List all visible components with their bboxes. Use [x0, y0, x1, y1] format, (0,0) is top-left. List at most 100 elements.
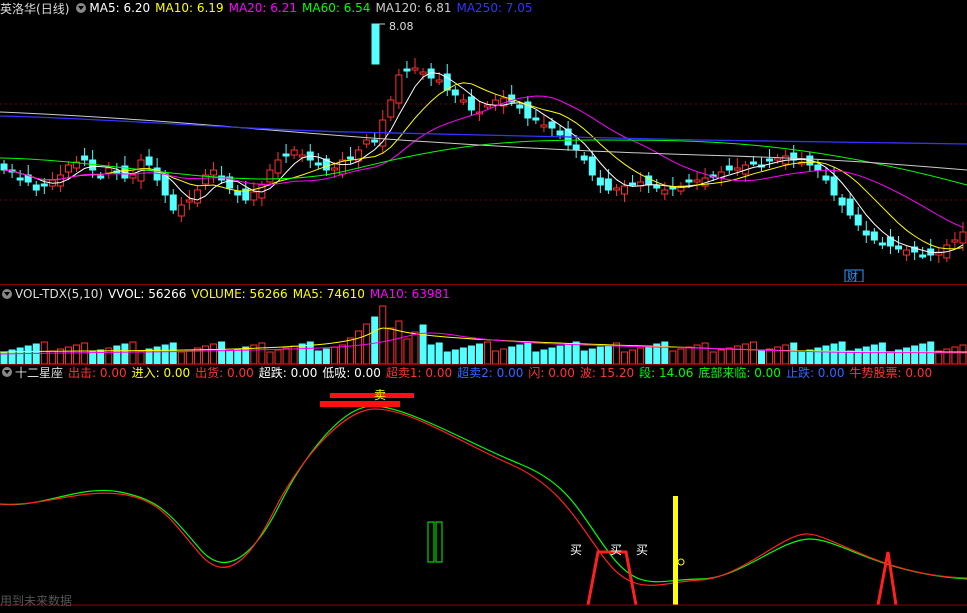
volume-bar: [532, 351, 540, 364]
volume-bar: [177, 351, 185, 364]
candle: [854, 214, 862, 226]
candle: [403, 68, 411, 72]
dropdown-icon[interactable]: [76, 3, 87, 13]
vol-label-1: VVOL: 56266: [108, 287, 187, 301]
candle: [459, 99, 467, 103]
volume-bar: [234, 348, 242, 364]
vol-label-4: MA10: 63981: [369, 287, 450, 301]
candle: [725, 165, 733, 171]
ma120-line: [0, 111, 967, 171]
candle: [290, 149, 298, 156]
candle: [492, 99, 500, 106]
candle: [693, 179, 701, 183]
volume-bar: [782, 344, 790, 364]
volume-bar: [492, 350, 500, 364]
volume-bar: [556, 345, 564, 364]
ind-label-10: 段: 14.06: [639, 365, 694, 380]
candle: [846, 198, 854, 216]
volume-bar: [516, 344, 524, 364]
candle: [532, 117, 540, 121]
candle: [330, 167, 338, 171]
ind-label-9: 波: 15.20: [579, 365, 635, 380]
candle-high: [371, 23, 380, 65]
volume-bar: [798, 351, 806, 364]
separator: [0, 284, 967, 285]
volume-bar: [484, 341, 492, 364]
volume-bar: [355, 330, 363, 364]
candle: [169, 194, 177, 211]
volume-bar: [886, 351, 894, 364]
volume-bar: [427, 344, 435, 364]
buy-signal: [876, 551, 898, 606]
volume-bar: [862, 346, 870, 364]
volume-bar: [467, 345, 475, 364]
volume-bar: [870, 344, 878, 364]
volume-bar: [347, 337, 355, 364]
volume-bar: [459, 347, 467, 364]
volume-bar: [185, 349, 193, 364]
volume-bar: [395, 320, 403, 364]
candle: [596, 177, 604, 186]
volume-bar: [64, 346, 72, 364]
ind-label-2: 进入: 0.00: [131, 365, 191, 380]
volume-bar: [435, 342, 443, 364]
candle: [540, 124, 548, 128]
volume-bar: [242, 346, 250, 364]
volume-bar: [524, 342, 532, 364]
candle: [411, 67, 419, 71]
volume-bar: [725, 347, 733, 364]
volume-bar: [475, 343, 483, 364]
volume-bar: [621, 351, 629, 364]
volume-bar: [580, 350, 588, 364]
volume-bar: [193, 347, 201, 364]
volume-header: VOL-TDX(5,10) VVOL: 56266 VOLUME: 56266 MA5…: [0, 286, 460, 302]
volume-bar: [129, 341, 137, 364]
event-badge: 财: [847, 269, 858, 282]
vol-labels: VOL-TDX(5,10) VVOL: 56266 VOLUME: 56266 MA5…: [15, 287, 455, 301]
volume-bar: [790, 342, 798, 364]
vol-label-0: VOL-TDX(5,10): [15, 287, 104, 301]
volume-bar: [153, 346, 161, 364]
candle: [0, 163, 8, 171]
dropdown-icon[interactable]: [2, 289, 12, 299]
volume-bar: [637, 347, 645, 364]
volume-bar: [419, 324, 427, 364]
volume-bar: [604, 344, 612, 364]
volume-bar: [822, 345, 830, 364]
candle: [838, 197, 846, 206]
candle: [387, 99, 395, 118]
volume-bar: [508, 346, 516, 364]
volume-bar: [943, 348, 951, 364]
candle: [16, 177, 24, 181]
ind-label-3: 出货: 0.00: [195, 365, 254, 380]
volume-bar: [959, 344, 967, 364]
volume-bar: [113, 345, 121, 364]
price-header: 英洛华 (日线) MA5: 6.20 MA10: 6.19 MA20: 6.21 MA…: [0, 0, 543, 16]
volume-bar: [878, 342, 886, 364]
dropdown-icon[interactable]: [2, 367, 12, 377]
candle: [97, 175, 105, 179]
volume-bar: [774, 346, 782, 364]
buy-label: 买: [570, 543, 582, 557]
volume-bar: [443, 351, 451, 364]
sell-label: 卖: [374, 388, 386, 402]
volume-bar: [830, 343, 838, 364]
volume-bar: [758, 350, 766, 364]
segment-line: [0, 405, 967, 583]
candle: [81, 155, 89, 161]
ind-label-11: 底部来临: 0.00: [698, 365, 781, 380]
volume-bar: [266, 351, 274, 364]
volume-bar: [371, 316, 379, 364]
volume-bar: [701, 342, 709, 364]
candle: [298, 154, 306, 158]
ind-label-13: 牛势股票: 0.00: [849, 365, 933, 380]
buy-label: 买: [636, 543, 648, 557]
volume-bar: [73, 344, 81, 364]
volume-bar: [89, 351, 97, 364]
volume-panel: VOL-TDX(5,10) VVOL: 56266 VOLUME: 56266 MA5…: [0, 286, 967, 364]
volume-bar: [274, 349, 282, 364]
volume-bar: [161, 344, 169, 364]
sell-bar: [330, 393, 414, 398]
indicator-header: 十二星座 出击: 0.00 进入: 0.00 出货: 0.00 超跌: 0.00 低吸: …: [0, 364, 942, 380]
candle: [484, 104, 492, 108]
